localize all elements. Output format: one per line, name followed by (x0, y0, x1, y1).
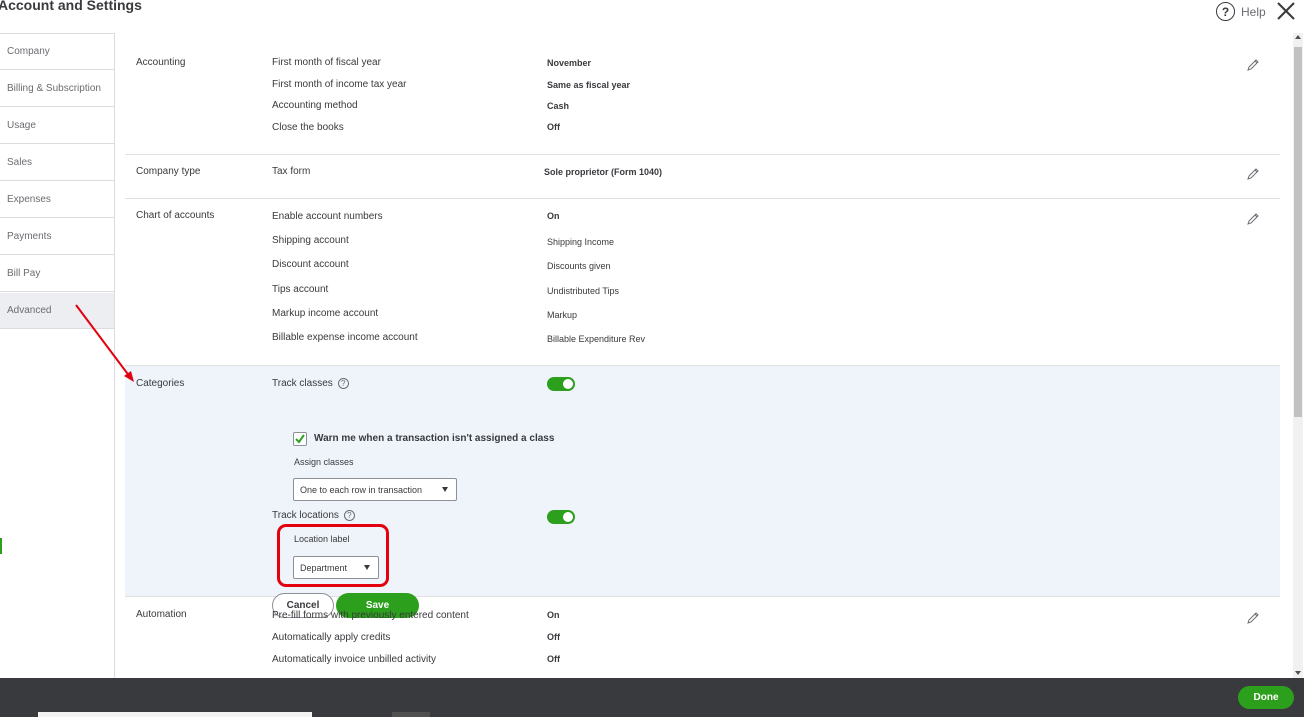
pencil-icon[interactable] (1246, 611, 1260, 625)
sidebar-item-company[interactable]: Company (0, 33, 114, 70)
setting-label: Close the books (272, 122, 344, 133)
help-icon: ? (1216, 2, 1235, 21)
setting-label: Billable expense income account (272, 332, 418, 343)
setting-label: Accounting method (272, 100, 358, 111)
setting-value: Sole proprietor (Form 1040) (544, 167, 663, 177)
setting-value: Off (547, 654, 560, 664)
setting-label: First month of income tax year (272, 79, 407, 90)
section-title: Accounting (136, 57, 186, 68)
section-title: Categories (136, 378, 185, 389)
section-title: Company type (136, 166, 201, 177)
location-label-select[interactable]: Department (293, 556, 379, 579)
accounting-section[interactable]: Accounting First month of fiscal year No… (125, 33, 1280, 155)
chevron-down-icon (442, 487, 448, 492)
setting-label: Shipping account (272, 235, 349, 246)
toggle-knob (563, 379, 573, 389)
setting-label: Enable account numbers (272, 211, 383, 222)
setting-value: Same as fiscal year (547, 80, 631, 90)
close-icon[interactable] (1276, 1, 1296, 21)
automation-section[interactable]: Automation Pre-fill forms with previousl… (125, 597, 1280, 678)
location-label-value: Department (300, 562, 348, 573)
sidebar-item-usage[interactable]: Usage (0, 107, 114, 144)
setting-value: Shipping Income (547, 237, 615, 247)
toggle-knob (563, 512, 573, 522)
setting-label: Discount account (272, 259, 349, 270)
checkmark-icon (295, 434, 305, 444)
setting-value: On (547, 610, 560, 620)
footer-strip (38, 712, 312, 717)
question-icon[interactable]: ? (343, 510, 355, 521)
setting-value: Billable Expenditure Rev (547, 334, 646, 344)
track-classes-text: Track classes (272, 378, 333, 390)
setting-label: Pre-fill forms with previously entered c… (272, 610, 469, 621)
setting-value: Off (547, 632, 560, 642)
scroll-down-icon[interactable] (1295, 671, 1301, 675)
annotation-arrow-icon (75, 304, 134, 382)
pencil-icon[interactable] (1246, 58, 1260, 72)
chart-of-accounts-section[interactable]: Chart of accounts Enable account numbers… (125, 199, 1280, 366)
question-icon[interactable]: ? (337, 378, 349, 389)
sidebar-item-expenses[interactable]: Expenses (0, 181, 114, 218)
setting-value: On (547, 211, 560, 221)
footer-bar: Done (0, 678, 1304, 717)
setting-value: Discounts given (547, 261, 611, 271)
location-label-label: Location label (294, 534, 350, 544)
track-locations-toggle[interactable] (547, 510, 575, 524)
setting-label: Tips account (272, 284, 329, 295)
pencil-icon[interactable] (1246, 167, 1260, 181)
sidebar-item-bill-pay[interactable]: Bill Pay (0, 255, 114, 292)
sidebar-item-sales[interactable]: Sales (0, 144, 114, 181)
done-button[interactable]: Done (1238, 686, 1294, 709)
section-title: Chart of accounts (136, 210, 215, 221)
help-label: Help (1241, 4, 1266, 19)
scroll-up-icon[interactable] (1295, 35, 1301, 39)
setting-value: November (547, 58, 592, 68)
setting-value: Undistributed Tips (547, 286, 620, 296)
assign-classes-select[interactable]: One to each row in transaction (293, 478, 457, 501)
assign-classes-label: Assign classes (294, 457, 354, 467)
footer-strip (392, 712, 430, 717)
scrollbar[interactable] (1293, 33, 1303, 678)
scroll-thumb[interactable] (1294, 47, 1302, 417)
setting-label: Tax form (272, 166, 311, 177)
setting-value: Markup (547, 310, 578, 320)
section-title: Automation (136, 609, 187, 620)
sidebar-item-payments[interactable]: Payments (0, 218, 114, 255)
pencil-icon[interactable] (1246, 212, 1260, 226)
track-classes-label: Track classes? (272, 378, 349, 389)
warn-class-label: Warn me when a transaction isn't assigne… (314, 433, 555, 444)
company-type-section[interactable]: Company type Tax form Sole proprietor (F… (125, 155, 1280, 199)
setting-label: First month of fiscal year (272, 57, 381, 68)
track-locations-label: Track locations? (272, 510, 355, 521)
warn-class-checkbox[interactable] (293, 432, 307, 446)
setting-value: Cash (547, 101, 570, 111)
chevron-down-icon (364, 565, 370, 570)
track-locations-text: Track locations (272, 510, 339, 522)
setting-label: Automatically invoice unbilled activity (272, 654, 436, 665)
categories-section: Categories Track classes? Warn me when a… (125, 366, 1280, 618)
settings-content: Accounting First month of fiscal year No… (125, 33, 1280, 678)
setting-label: Automatically apply credits (272, 632, 391, 643)
help-button[interactable]: ? Help (1216, 2, 1266, 21)
page-title: Account and Settings (0, 0, 142, 13)
track-classes-toggle[interactable] (547, 377, 575, 391)
setting-label: Markup income account (272, 308, 379, 319)
setting-value: Off (547, 122, 560, 132)
sidebar-item-billing[interactable]: Billing & Subscription (0, 70, 114, 107)
assign-classes-value: One to each row in transaction (300, 484, 423, 495)
edge-marker (0, 538, 2, 554)
